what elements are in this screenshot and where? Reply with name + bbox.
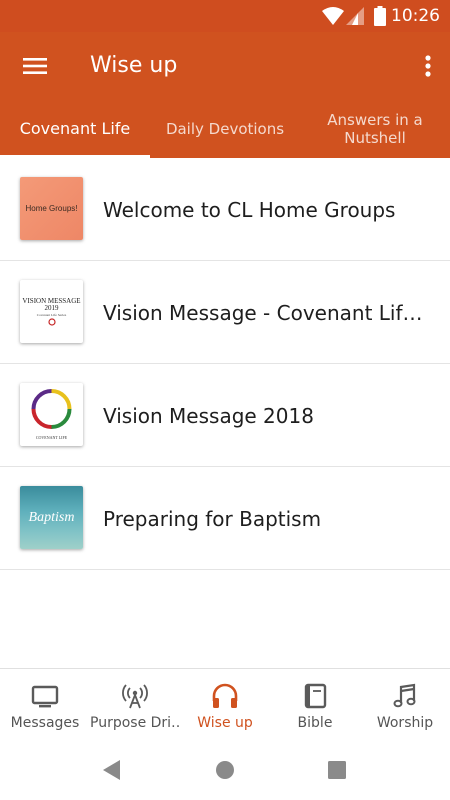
status-time: 10:26 [391, 6, 440, 26]
tv-icon [31, 685, 59, 708]
nav-worship[interactable]: Worship [360, 669, 450, 741]
nav-bible[interactable]: Bible [270, 669, 360, 741]
thumbnail-text: Baptism [28, 509, 75, 525]
covenant-ring-logo-icon [31, 389, 72, 429]
list-item[interactable]: Home Groups! Welcome to CL Home Groups [0, 158, 450, 261]
book-icon [304, 683, 327, 709]
nav-label: Worship [376, 715, 434, 731]
item-thumbnail: Baptism [20, 486, 83, 549]
tab-covenant-life[interactable]: Covenant Life [0, 100, 150, 158]
nav-label: Wise up [197, 715, 253, 731]
thumbnail-text: COVENANT LIFE [35, 435, 68, 440]
item-thumbnail: COVENANT LIFE [20, 383, 83, 446]
tab-label: Answers in a Nutshell [327, 111, 423, 147]
system-navigation-bar [0, 740, 450, 800]
home-icon[interactable] [215, 760, 235, 780]
item-thumbnail: Home Groups! [20, 177, 83, 240]
thumbnail-text: VISION MESSAGE 2019 [22, 297, 81, 312]
list-item[interactable]: COVENANT LIFE Vision Message 2018 [0, 364, 450, 467]
status-bar: 10:26 [0, 0, 450, 32]
ring-logo-icon [47, 318, 56, 326]
music-note-icon [393, 683, 416, 708]
tab-label: Covenant Life [19, 119, 131, 138]
thumbnail-text: Home Groups! [25, 204, 78, 213]
headphones-icon [212, 683, 238, 708]
item-title: Vision Message 2018 [103, 403, 314, 428]
nav-messages[interactable]: Messages [0, 669, 90, 741]
item-title: Preparing for Baptism [103, 506, 322, 531]
back-icon[interactable] [101, 759, 121, 781]
broadcast-icon [122, 684, 148, 709]
list-item[interactable]: VISION MESSAGE 2019 Covenant Life Series… [0, 261, 450, 364]
recents-icon[interactable] [328, 761, 346, 779]
tab-label: Daily Devotions [165, 120, 285, 138]
nav-label: Bible [297, 715, 333, 731]
item-title: Welcome to CL Home Groups [103, 197, 396, 222]
nav-label: Purpose Dri… [90, 715, 180, 731]
hamburger-menu-icon[interactable] [20, 52, 50, 80]
message-list: Home Groups! Welcome to CL Home Groups V… [0, 158, 450, 570]
nav-purpose-driven[interactable]: Purpose Dri… [90, 669, 180, 741]
app-title: Wise up [90, 53, 178, 78]
item-thumbnail: VISION MESSAGE 2019 Covenant Life Series [20, 280, 83, 343]
wifi-icon [322, 7, 344, 25]
nav-wise-up[interactable]: Wise up [180, 669, 270, 741]
bottom-navigation: Messages Purpose Dri… Wise up Bible Wors… [0, 668, 450, 740]
more-options-icon[interactable] [420, 52, 436, 80]
nav-label: Messages [10, 715, 80, 731]
tab-answers-in-a-nutshell[interactable]: Answers in a Nutshell [312, 100, 438, 158]
app-bar: Wise up [0, 32, 450, 100]
tab-daily-devotions[interactable]: Daily Devotions [150, 100, 300, 158]
cellular-signal-icon [346, 7, 364, 25]
tab-bar: Covenant Life Daily Devotions Answers in… [0, 100, 450, 158]
list-item[interactable]: Baptism Preparing for Baptism [0, 467, 450, 570]
thumbnail-subtext: Covenant Life Series [36, 313, 67, 317]
battery-icon [374, 6, 386, 26]
item-title: Vision Message - Covenant Life… [103, 300, 428, 325]
